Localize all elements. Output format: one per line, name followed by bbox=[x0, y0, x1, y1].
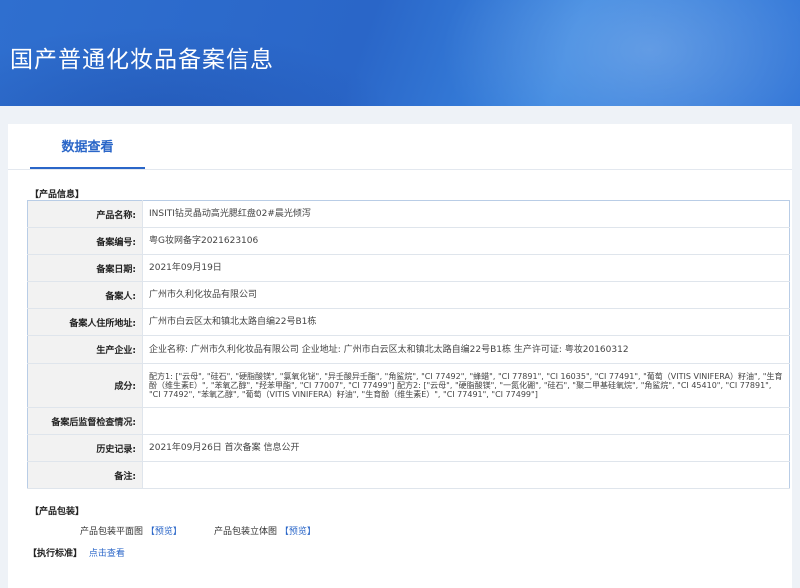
row-label: 备注: bbox=[27, 461, 143, 489]
header-banner: 国产普通化妆品备案信息 bbox=[0, 0, 800, 106]
history-value: 2021年09月26日 首次备案 信息公开 bbox=[142, 434, 790, 462]
page-title: 国产普通化妆品备案信息 bbox=[10, 47, 274, 73]
table-row: 生产企业: 企业名称: 广州市久利化妆品有限公司 企业地址: 广州市白云区太和镇… bbox=[27, 335, 790, 364]
remarks-value bbox=[142, 461, 790, 489]
product-info-section-title: 【产品信息】 bbox=[30, 190, 85, 200]
product-name-value: INSITI钻灵晶动高光腮红盘02#晨光倾泻 bbox=[142, 200, 790, 228]
tab-bar: 数据查看 bbox=[8, 124, 792, 170]
table-row: 备注: bbox=[27, 461, 790, 489]
package-solid-preview-link[interactable]: 【预览】 bbox=[280, 527, 316, 537]
package-flat-label: 产品包装平面图 bbox=[80, 527, 144, 537]
table-row: 备案日期: 2021年09月19日 bbox=[27, 254, 790, 282]
package-solid-item: 产品包装立体图 【预览】 bbox=[214, 524, 316, 537]
standard-view-link[interactable]: 点击查看 bbox=[89, 549, 125, 559]
row-label: 备案编号: bbox=[27, 227, 143, 255]
table-row: 备案编号: 粤G妆网备字2021623106 bbox=[27, 227, 790, 255]
row-label: 备案人: bbox=[27, 281, 143, 309]
standard-section-title: 【执行标准】 bbox=[28, 549, 83, 559]
package-flat-item: 产品包装平面图 【预览】 bbox=[80, 524, 182, 537]
table-row: 备案人: 广州市久利化妆品有限公司 bbox=[27, 281, 790, 309]
package-section-title: 【产品包装】 bbox=[30, 507, 85, 517]
filer-address-value: 广州市白云区太和镇北太路自编22号B1栋 bbox=[142, 308, 790, 336]
standard-row: 【执行标准】 点击查看 bbox=[28, 546, 125, 559]
table-row: 历史记录: 2021年09月26日 首次备案 信息公开 bbox=[27, 434, 790, 462]
filing-number-value: 粤G妆网备字2021623106 bbox=[142, 227, 790, 255]
product-info-table: 产品名称: INSITI钻灵晶动高光腮红盘02#晨光倾泻 备案编号: 粤G妆网备… bbox=[27, 200, 790, 489]
row-label: 产品名称: bbox=[27, 200, 143, 228]
row-label: 成分: bbox=[27, 363, 143, 408]
filing-date-value: 2021年09月19日 bbox=[142, 254, 790, 282]
table-row: 成分: 配方1: ["云母", "硅石", "硬脂酸镁", "氯氧化铋", "异… bbox=[27, 363, 790, 408]
tab-data-view[interactable]: 数据查看 bbox=[30, 124, 145, 169]
ingredients-value: 配方1: ["云母", "硅石", "硬脂酸镁", "氯氧化铋", "异壬酸异壬… bbox=[142, 363, 790, 408]
row-label: 备案后监督检查情况: bbox=[27, 407, 143, 435]
table-row: 备案人住所地址: 广州市白云区太和镇北太路自编22号B1栋 bbox=[27, 308, 790, 336]
row-label: 备案日期: bbox=[27, 254, 143, 282]
package-solid-label: 产品包装立体图 bbox=[214, 527, 278, 537]
package-flat-preview-link[interactable]: 【预览】 bbox=[146, 527, 182, 537]
manufacturer-value: 企业名称: 广州市久利化妆品有限公司 企业地址: 广州市白云区太和镇北太路自编2… bbox=[142, 335, 790, 364]
table-row: 备案后监督检查情况: bbox=[27, 407, 790, 435]
row-label: 历史记录: bbox=[27, 434, 143, 462]
row-label: 备案人住所地址: bbox=[27, 308, 143, 336]
row-label: 生产企业: bbox=[27, 335, 143, 364]
filer-value: 广州市久利化妆品有限公司 bbox=[142, 281, 790, 309]
content-panel: 数据查看 【产品信息】 产品名称: INSITI钻灵晶动高光腮红盘02#晨光倾泻… bbox=[8, 124, 792, 588]
table-row: 产品名称: INSITI钻灵晶动高光腮红盘02#晨光倾泻 bbox=[27, 200, 790, 228]
inspection-value bbox=[142, 407, 790, 435]
